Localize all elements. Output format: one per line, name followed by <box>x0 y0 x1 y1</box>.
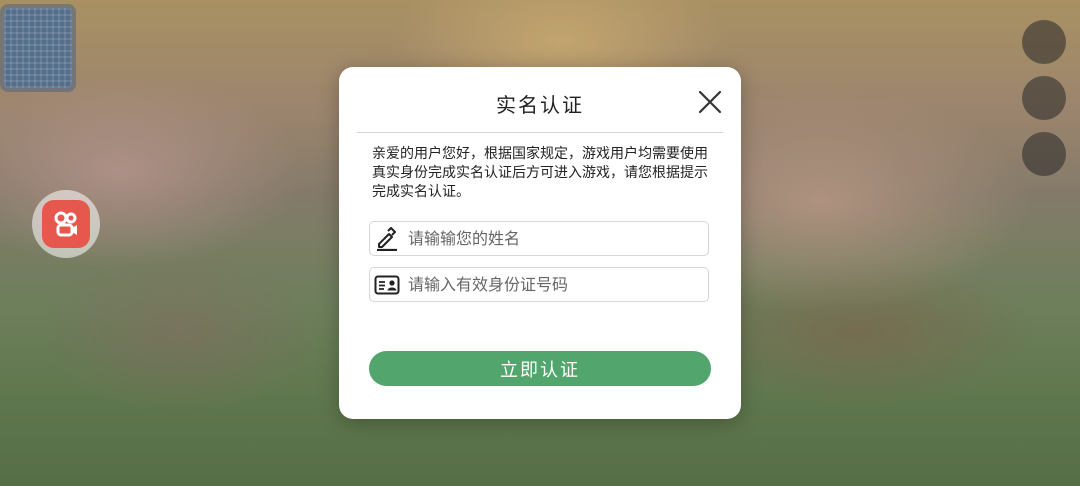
close-button[interactable] <box>697 89 723 115</box>
floating-app-button[interactable] <box>32 190 100 258</box>
id-number-field[interactable] <box>369 267 709 302</box>
id-card-icon <box>374 272 400 298</box>
divider <box>357 132 723 133</box>
submit-verification-button[interactable]: 立即认证 <box>369 351 711 386</box>
name-input[interactable] <box>408 229 708 248</box>
dialog-title: 实名认证 <box>496 93 584 117</box>
name-field[interactable] <box>369 221 709 256</box>
notice-text: 亲爱的用户您好，根据国家规定，游戏用户均需要使用真实身份完成实名认证后方可进入游… <box>372 146 708 200</box>
real-name-auth-dialog: 实名认证 亲爱的用户您好，根据国家规定，游戏用户均需要使用真实身份完成实名认证后… <box>339 67 741 419</box>
close-icon <box>698 90 722 114</box>
kuaishou-app-icon <box>42 200 90 248</box>
pencil-icon <box>374 226 400 252</box>
id-number-input[interactable] <box>408 275 708 294</box>
